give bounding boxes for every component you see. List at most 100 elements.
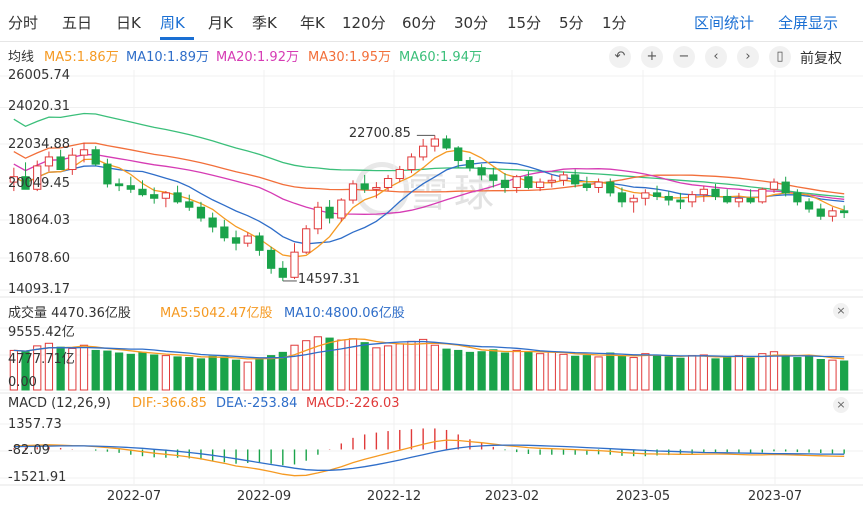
volume-bar bbox=[559, 353, 568, 391]
price-axis-label-2: 22034.88 bbox=[8, 137, 71, 152]
candle-body bbox=[828, 210, 837, 217]
volume-bar bbox=[769, 351, 779, 391]
volume-bar bbox=[629, 357, 638, 391]
candle-body bbox=[512, 176, 521, 188]
volume-bar bbox=[723, 356, 732, 391]
candle-body bbox=[840, 210, 849, 214]
price-axis-label-4: 18064.03 bbox=[8, 213, 71, 228]
volume-bar bbox=[489, 349, 498, 391]
candle-body bbox=[337, 199, 346, 219]
macd-legend-title: MACD (12,26,9) bbox=[8, 396, 111, 411]
candle-body bbox=[758, 188, 767, 203]
volume-bar bbox=[687, 355, 697, 391]
volume-bar bbox=[442, 348, 451, 391]
candle-body bbox=[629, 197, 638, 203]
candle-body bbox=[407, 156, 416, 171]
candle-body bbox=[220, 226, 229, 239]
candle-body bbox=[781, 181, 790, 194]
price-axis-label-0: 26005.74 bbox=[8, 68, 71, 83]
volume-bar bbox=[582, 355, 592, 391]
volume-bar bbox=[571, 355, 580, 391]
volume-bar bbox=[828, 359, 837, 391]
candle-body bbox=[582, 183, 592, 188]
volume-bar bbox=[454, 349, 463, 391]
volume-legend: 成交量 4470.36亿股 MA5:5042.47亿股 MA10:4800.06亿… bbox=[0, 302, 863, 321]
macd-collapse-icon[interactable]: × bbox=[833, 397, 849, 413]
candle-body bbox=[746, 197, 755, 203]
candle-body bbox=[734, 197, 744, 203]
candle-body bbox=[103, 163, 112, 185]
volume-axis-label-2: 0.00 bbox=[8, 375, 37, 390]
macd-axis-label-1: -82.09 bbox=[8, 443, 50, 458]
volume-bar bbox=[758, 353, 767, 391]
ma10-line bbox=[13, 161, 845, 245]
volume-bar bbox=[302, 340, 311, 391]
candle-body bbox=[454, 147, 463, 162]
macd-legend-item-1: DEA:-253.84 bbox=[216, 396, 298, 411]
volume-bar bbox=[524, 351, 533, 391]
candle-body bbox=[652, 192, 662, 197]
candle-body bbox=[500, 179, 510, 188]
macd-axis-label-0: 1357.73 bbox=[8, 417, 62, 432]
price-axis-label-1: 24020.31 bbox=[8, 99, 71, 114]
volume-bar bbox=[220, 356, 229, 391]
volume-bar bbox=[430, 344, 439, 391]
candle-body bbox=[547, 179, 556, 183]
candle-body bbox=[126, 185, 135, 190]
volume-bar bbox=[419, 338, 428, 391]
volume-bar bbox=[500, 352, 510, 391]
macd-dea-line bbox=[13, 444, 845, 471]
candle-body bbox=[185, 201, 194, 208]
volume-bar bbox=[606, 352, 615, 391]
candle-body bbox=[208, 217, 217, 228]
volume-bar bbox=[804, 355, 814, 391]
low-price-annotation: 14597.31 bbox=[297, 271, 360, 287]
volume-bar bbox=[126, 353, 135, 391]
volume-collapse-icon[interactable]: × bbox=[833, 303, 849, 319]
volume-bar bbox=[79, 344, 89, 391]
candle-body bbox=[243, 235, 252, 244]
candle-body bbox=[711, 188, 720, 197]
candle-body bbox=[606, 181, 615, 194]
candle-body bbox=[360, 183, 369, 190]
candle-body bbox=[91, 149, 100, 165]
price-axis-label-5: 16078.60 bbox=[8, 251, 71, 266]
volume-bar bbox=[535, 353, 545, 391]
macd-axis-label-2: -1521.91 bbox=[8, 470, 67, 485]
candle-body bbox=[266, 249, 276, 269]
volume-bar bbox=[746, 357, 755, 391]
candle-body bbox=[114, 183, 124, 187]
stock-chart[interactable] bbox=[0, 0, 863, 511]
macd-legend-item-0: DIF:-366.85 bbox=[132, 396, 207, 411]
volume-legend-title: 成交量 4470.36亿股 bbox=[8, 306, 131, 321]
candle-body bbox=[769, 181, 779, 190]
candle-body bbox=[255, 235, 264, 251]
volume-bar bbox=[290, 344, 299, 391]
volume-bar bbox=[91, 349, 100, 391]
volume-bar bbox=[594, 356, 603, 391]
candle-body bbox=[535, 181, 545, 188]
volume-bar bbox=[161, 355, 171, 391]
candle-body bbox=[676, 199, 685, 203]
candle-body bbox=[325, 206, 334, 219]
candle-body bbox=[419, 145, 428, 158]
volume-bar bbox=[325, 337, 334, 391]
candle-body bbox=[56, 156, 65, 171]
candle-body bbox=[687, 194, 697, 203]
candle-body bbox=[383, 177, 393, 188]
candle-body bbox=[44, 156, 54, 167]
candle-body bbox=[641, 192, 650, 199]
candle-body bbox=[793, 192, 802, 203]
candle-body bbox=[442, 138, 451, 149]
candle-body bbox=[196, 206, 206, 219]
volume-bar bbox=[383, 345, 393, 391]
candle-body bbox=[723, 195, 732, 203]
candle-body bbox=[348, 183, 358, 201]
volume-bar bbox=[196, 358, 206, 391]
candle-body bbox=[430, 138, 439, 147]
candle-body bbox=[489, 174, 498, 181]
candle-body bbox=[571, 174, 580, 185]
volume-bar bbox=[711, 358, 720, 391]
volume-bar bbox=[231, 359, 241, 391]
volume-bar bbox=[337, 339, 346, 391]
